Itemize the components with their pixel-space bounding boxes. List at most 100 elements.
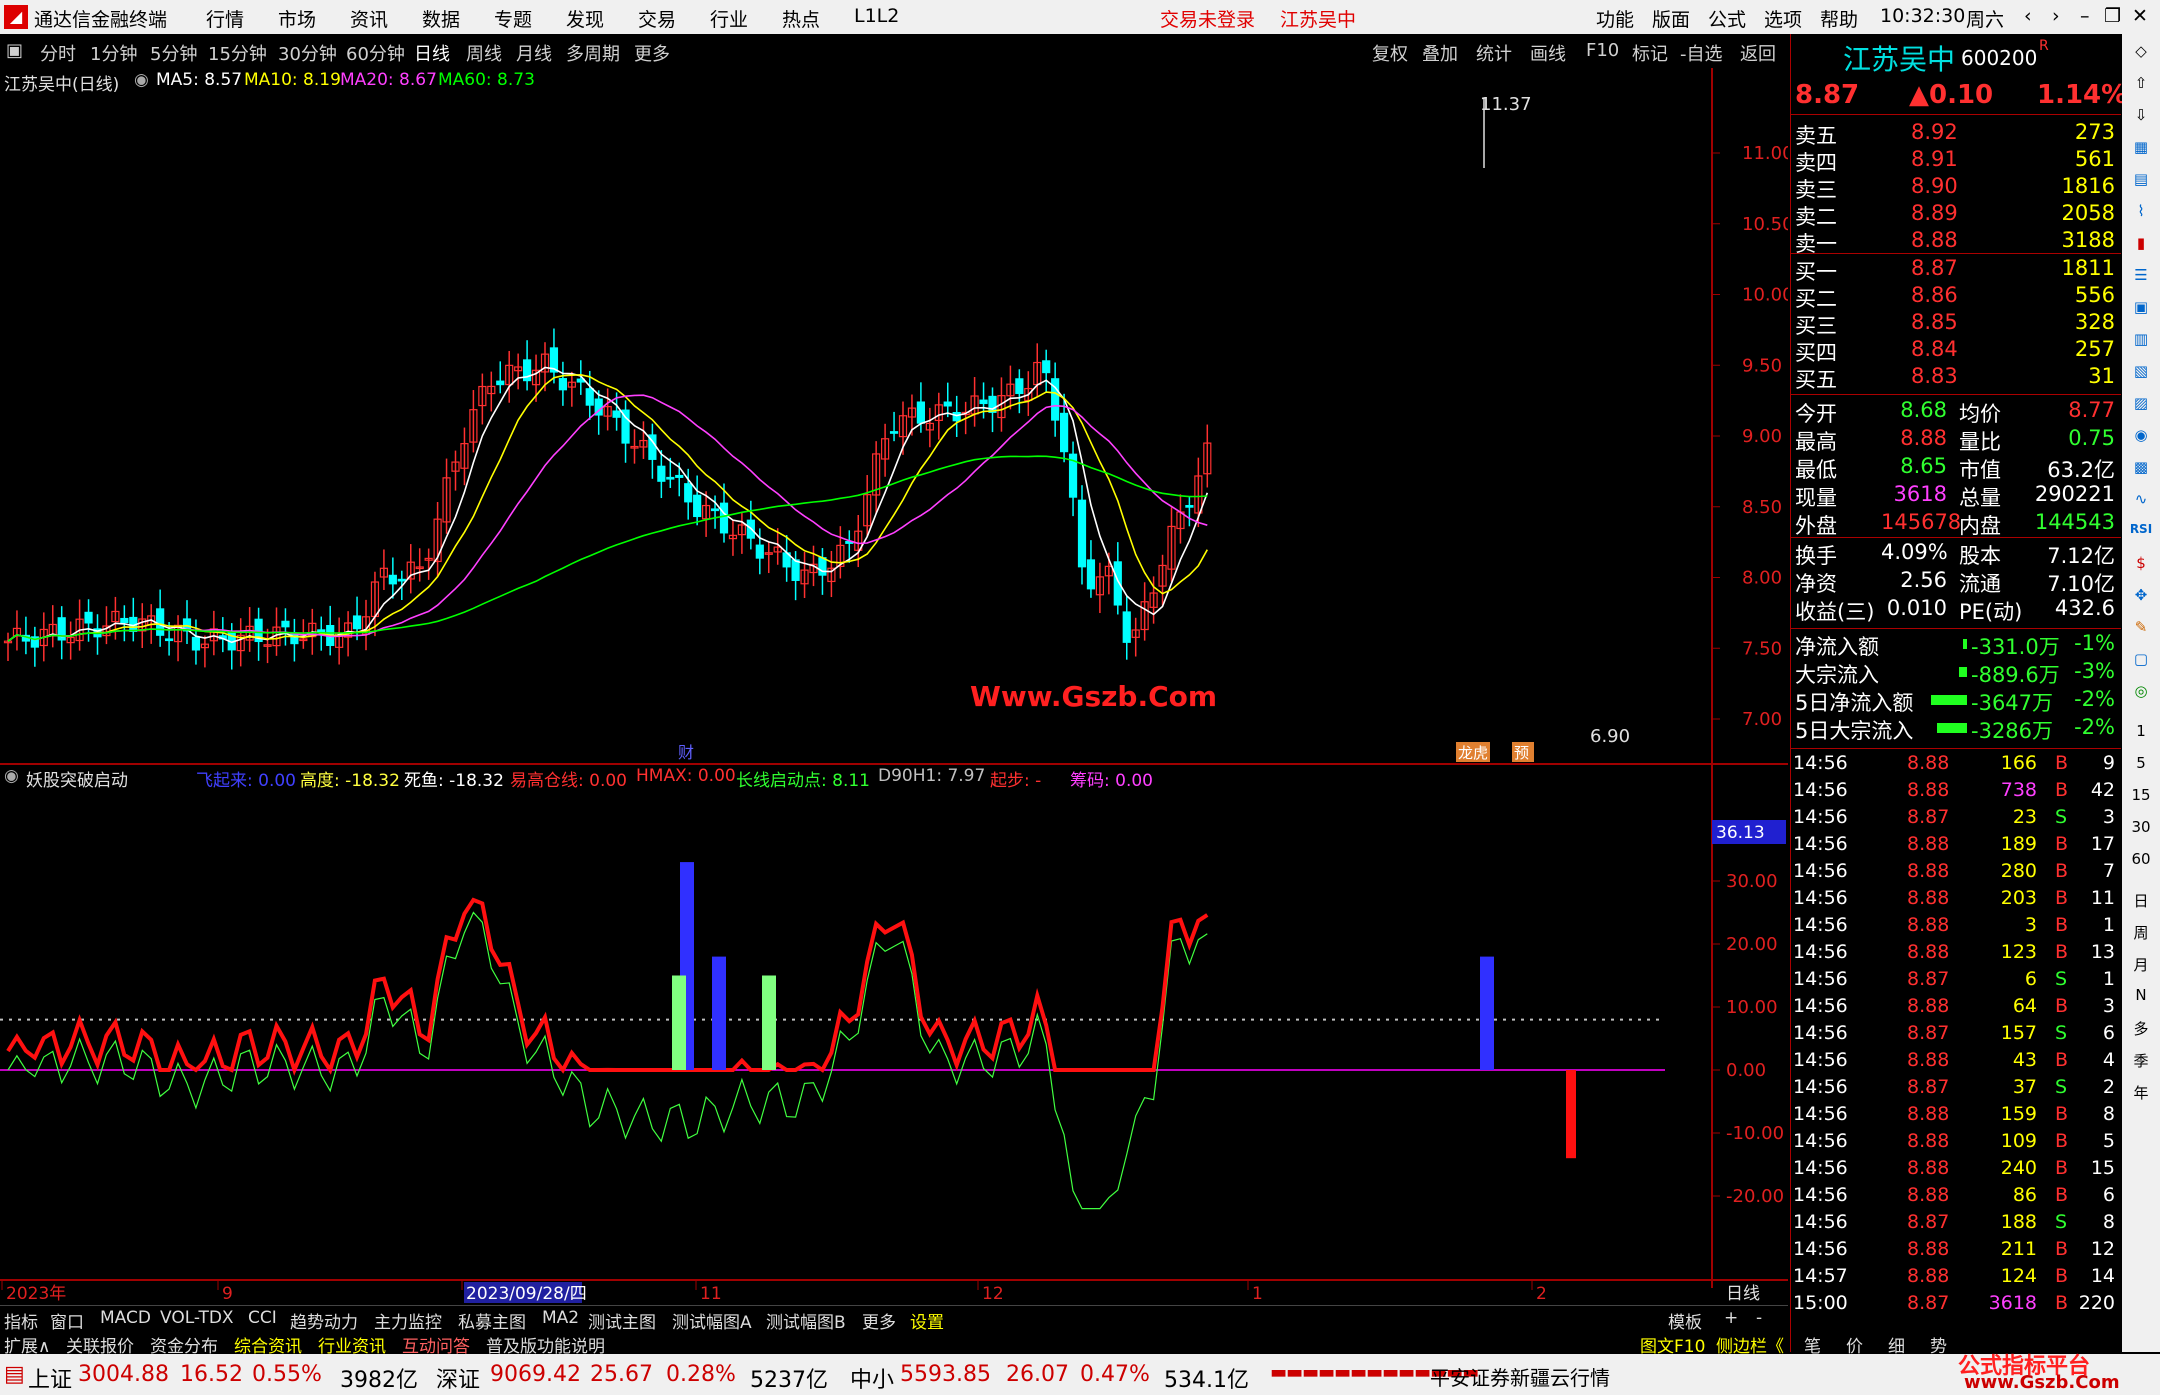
btn-fanhui[interactable]: 返回 [1740, 40, 1776, 66]
menu-shuju[interactable]: 数据 [422, 5, 460, 32]
ask-row[interactable]: 卖四 8.91 561 [1791, 147, 2121, 175]
tick-row[interactable]: 14:56 8.88 86 B 6 [1791, 1184, 2121, 1211]
document-icon[interactable]: ▧ [2128, 362, 2154, 388]
period-5[interactable]: 5 [2128, 754, 2154, 780]
period-duo[interactable]: 多 [2128, 1018, 2154, 1044]
menu-hangye[interactable]: 行业 [710, 5, 748, 32]
period-more[interactable]: 更多 [634, 40, 670, 66]
period-ri[interactable]: 日 [2128, 890, 2154, 916]
btn-f10[interactable]: F10 [1586, 40, 1619, 61]
ma-toggle-icon[interactable]: ◉ [134, 70, 149, 90]
menu-gongneng[interactable]: 功能 [1596, 5, 1634, 32]
login-status[interactable]: 交易未登录 [1160, 5, 1255, 32]
tick-row[interactable]: 14:56 8.88 280 B 7 [1791, 860, 2121, 887]
period-multi[interactable]: 多周期 [566, 40, 620, 66]
tick-row[interactable]: 14:56 8.88 3 B 1 [1791, 914, 2121, 941]
period-nian[interactable]: 年 [2128, 1082, 2154, 1108]
tick-row[interactable]: 14:56 8.88 64 B 3 [1791, 995, 2121, 1022]
minimize-icon[interactable]: – [2080, 5, 2090, 27]
tick-row[interactable]: 14:56 8.88 166 B 9 [1791, 752, 2121, 779]
fs-icon[interactable]: ▢ [2128, 650, 2154, 676]
btn-zixuan[interactable]: -自选 [1680, 40, 1723, 66]
period-fenshi[interactable]: 分时 [40, 40, 76, 66]
btn-diejia[interactable]: 叠加 [1422, 40, 1458, 66]
period-5min[interactable]: 5分钟 [150, 40, 197, 66]
rsi-icon[interactable]: RSI [2128, 522, 2154, 548]
collapse-icon[interactable]: ◇ [2128, 42, 2154, 68]
bid-row[interactable]: 买三 8.85 328 [1791, 310, 2121, 338]
period-daily[interactable]: 日线 [414, 40, 450, 66]
tick-row[interactable]: 14:56 8.88 159 B 8 [1791, 1103, 2121, 1130]
menu-l1l2[interactable]: L1L2 [854, 5, 899, 27]
tick-row[interactable]: 14:56 8.87 6 S 1 [1791, 968, 2121, 995]
list-icon[interactable]: ☰ [2128, 266, 2154, 292]
line-chart-icon[interactable]: ⌇ [2128, 202, 2154, 228]
restore-icon[interactable]: ❐ [2104, 5, 2121, 27]
marker-longhu[interactable]: 龙虎 [1458, 744, 1488, 762]
tick-row[interactable]: 14:57 8.88 124 B 14 [1791, 1265, 2121, 1292]
tick-row[interactable]: 14:56 8.88 738 B 42 [1791, 779, 2121, 806]
ask-row[interactable]: 卖二 8.89 2058 [1791, 201, 2121, 229]
period-monthly[interactable]: 月线 [516, 40, 552, 66]
tick-row[interactable]: 14:56 8.87 37 S 2 [1791, 1076, 2121, 1103]
menu-jiaoyi[interactable]: 交易 [638, 5, 676, 32]
candle-icon[interactable]: ▮ [2128, 234, 2154, 260]
ask-row[interactable]: 卖三 8.90 1816 [1791, 174, 2121, 202]
index-sh-name[interactable]: 上证 [28, 1362, 72, 1394]
bid-row[interactable]: 买五 8.83 31 [1791, 364, 2121, 392]
menu-xuanxiang[interactable]: 选项 [1764, 5, 1802, 32]
tab-vol[interactable]: VOL-TDX [160, 1308, 234, 1328]
tick-row[interactable]: 14:56 8.88 189 B 17 [1791, 833, 2121, 860]
period-n[interactable]: N [2128, 986, 2154, 1012]
wave-icon[interactable]: ∿ [2128, 490, 2154, 516]
tick-row[interactable]: 14:56 8.87 157 S 6 [1791, 1022, 2121, 1049]
tick-row[interactable]: 14:56 8.88 203 B 11 [1791, 887, 2121, 914]
btn-biaoji[interactable]: 标记 [1632, 40, 1668, 66]
menu-hangqing[interactable]: 行情 [206, 5, 244, 32]
bid-row[interactable]: 买一 8.87 1811 [1791, 256, 2121, 284]
indicator-name[interactable]: 妖股突破启动 [26, 766, 128, 791]
menu-zixun[interactable]: 资讯 [350, 5, 388, 32]
ask-row[interactable]: 卖一 8.88 3188 [1791, 228, 2121, 256]
tick-row[interactable]: 14:56 8.88 109 B 5 [1791, 1130, 2121, 1157]
tab-cci[interactable]: CCI [248, 1308, 277, 1328]
marker-yu[interactable]: 预 [1514, 744, 1529, 762]
period-15[interactable]: 15 [2128, 786, 2154, 812]
bars-icon[interactable]: ▩ [2128, 458, 2154, 484]
f2-icon[interactable]: ▨ [2128, 394, 2154, 420]
f10-icon[interactable]: ▣ [2128, 298, 2154, 324]
menu-shichang[interactable]: 市场 [278, 5, 316, 32]
menu-bangzhu[interactable]: 帮助 [1820, 5, 1858, 32]
tick-row[interactable]: 14:56 8.88 240 B 15 [1791, 1157, 2121, 1184]
back-arrow-icon[interactable]: ‹ [2024, 5, 2032, 27]
tick-row[interactable]: 15:00 8.87 3618 B 220 [1791, 1292, 2121, 1319]
forward-arrow-icon[interactable]: › [2052, 5, 2060, 27]
grid-icon[interactable]: ▤ [2128, 170, 2154, 196]
toolbar-menu-icon[interactable]: ▣ [6, 40, 23, 61]
index-sz-name[interactable]: 深证 [436, 1362, 480, 1394]
bid-row[interactable]: 买四 8.84 257 [1791, 337, 2121, 365]
index-zx-name[interactable]: 中小 [850, 1362, 894, 1394]
period-30[interactable]: 30 [2128, 818, 2154, 844]
period-ji[interactable]: 季 [2128, 1050, 2154, 1076]
tab-macd[interactable]: MACD [100, 1308, 151, 1328]
period-60min[interactable]: 60分钟 [346, 40, 405, 66]
move-icon[interactable]: ✥ [2128, 586, 2154, 612]
btn-tongji[interactable]: 统计 [1476, 40, 1512, 66]
period-1[interactable]: 1 [2128, 722, 2154, 748]
menu-redian[interactable]: 热点 [782, 5, 820, 32]
period-yue[interactable]: 月 [2128, 954, 2154, 980]
tick-row[interactable]: 14:56 8.88 123 B 13 [1791, 941, 2121, 968]
period-60[interactable]: 60 [2128, 850, 2154, 876]
tab-ma2[interactable]: MA2 [542, 1308, 579, 1328]
tick-row[interactable]: 14:56 8.87 23 S 3 [1791, 806, 2121, 833]
period-30min[interactable]: 30分钟 [278, 40, 337, 66]
indicator-toggle-icon[interactable]: ◉ [4, 766, 19, 786]
bid-row[interactable]: 买二 8.86 556 [1791, 283, 2121, 311]
arrow-down-icon[interactable]: ⇩ [2128, 106, 2154, 132]
menu-banmian[interactable]: 版面 [1652, 5, 1690, 32]
period-zhou[interactable]: 周 [2128, 922, 2154, 948]
btn-fuquan[interactable]: 复权 [1372, 40, 1408, 66]
tick-row[interactable]: 14:56 8.88 211 B 12 [1791, 1238, 2121, 1265]
tick-row[interactable]: 14:56 8.87 188 S 8 [1791, 1211, 2121, 1238]
